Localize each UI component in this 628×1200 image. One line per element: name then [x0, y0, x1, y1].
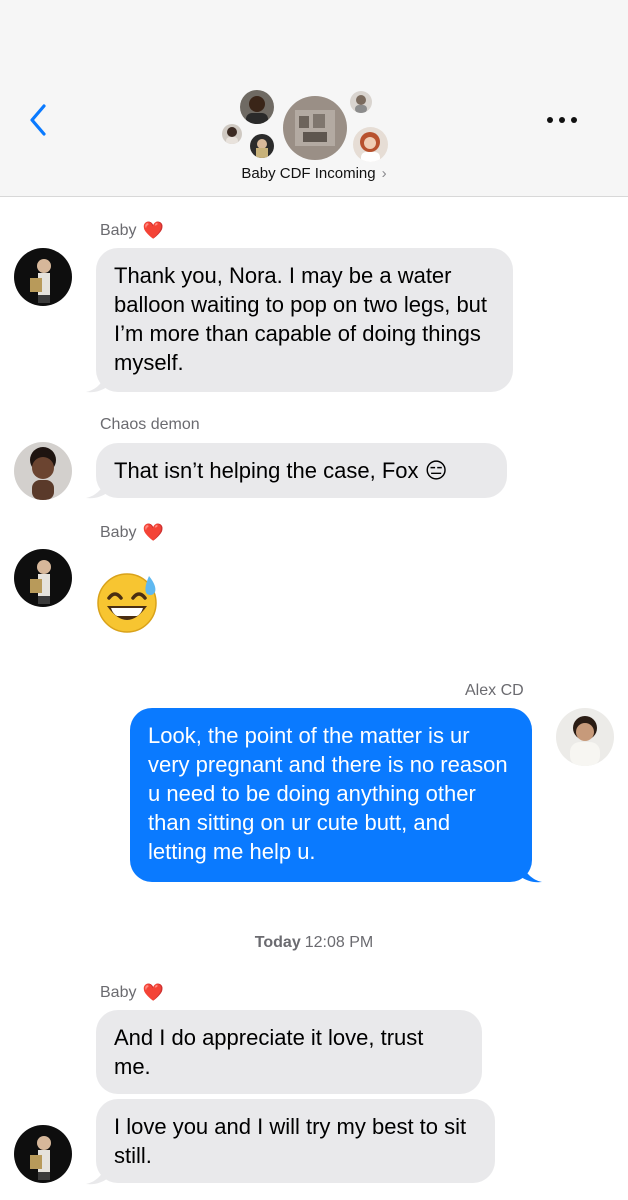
group-avatar-top-right[interactable] — [350, 91, 372, 113]
heart-emoji: ❤️ — [142, 523, 164, 542]
group-avatar-center[interactable] — [283, 96, 347, 160]
message-bubble[interactable]: And I do appreciate it love, trust me. — [96, 1010, 482, 1094]
timestamp-divider: Today 12:08 PM — [254, 934, 374, 951]
message-bubble[interactable]: Thank you, Nora. I may be a water balloo… — [96, 248, 513, 392]
sender-name: Baby ❤️ — [100, 983, 164, 1002]
emoji-message-sweat-smile[interactable] — [95, 572, 161, 634]
group-avatar-bottom-left[interactable] — [250, 134, 274, 158]
chevron-right-icon: › — [381, 165, 387, 182]
back-button[interactable] — [24, 102, 54, 138]
sender-name: Chaos demon — [100, 416, 200, 433]
sender-name: Baby ❤️ — [100, 523, 164, 542]
avatar-baby[interactable] — [14, 1125, 72, 1183]
chevron-left-icon — [30, 104, 46, 136]
message-bubble[interactable]: I love you and I will try my best to sit… — [96, 1099, 495, 1183]
group-avatar-small-left[interactable] — [222, 124, 242, 144]
avatar-chaos-demon[interactable] — [14, 442, 72, 500]
conversation-header: Baby CDF Incoming › — [0, 0, 628, 197]
message-bubble-sent[interactable]: Look, the point of the matter is ur very… — [130, 708, 532, 882]
avatar-alex-cd[interactable] — [556, 708, 614, 766]
avatar-baby[interactable] — [14, 549, 72, 607]
heart-emoji: ❤️ — [142, 221, 164, 240]
ellipsis-icon — [547, 117, 553, 123]
more-options-button[interactable] — [540, 108, 584, 132]
group-name: Baby CDF Incoming — [241, 165, 376, 182]
group-avatar-right[interactable] — [353, 127, 388, 162]
sender-name: Baby ❤️ — [100, 221, 164, 240]
sender-name: Alex CD — [465, 682, 524, 699]
group-name-button[interactable]: Baby CDF Incoming › — [0, 165, 628, 182]
avatar-baby[interactable] — [14, 248, 72, 306]
bottom-edge — [0, 1190, 628, 1200]
grinning-sweat-emoji-icon — [97, 573, 157, 633]
group-avatar-top-left[interactable] — [240, 90, 274, 124]
heart-emoji: ❤️ — [142, 983, 164, 1002]
message-bubble[interactable]: That isn’t helping the case, Fox 😑 — [96, 443, 507, 498]
